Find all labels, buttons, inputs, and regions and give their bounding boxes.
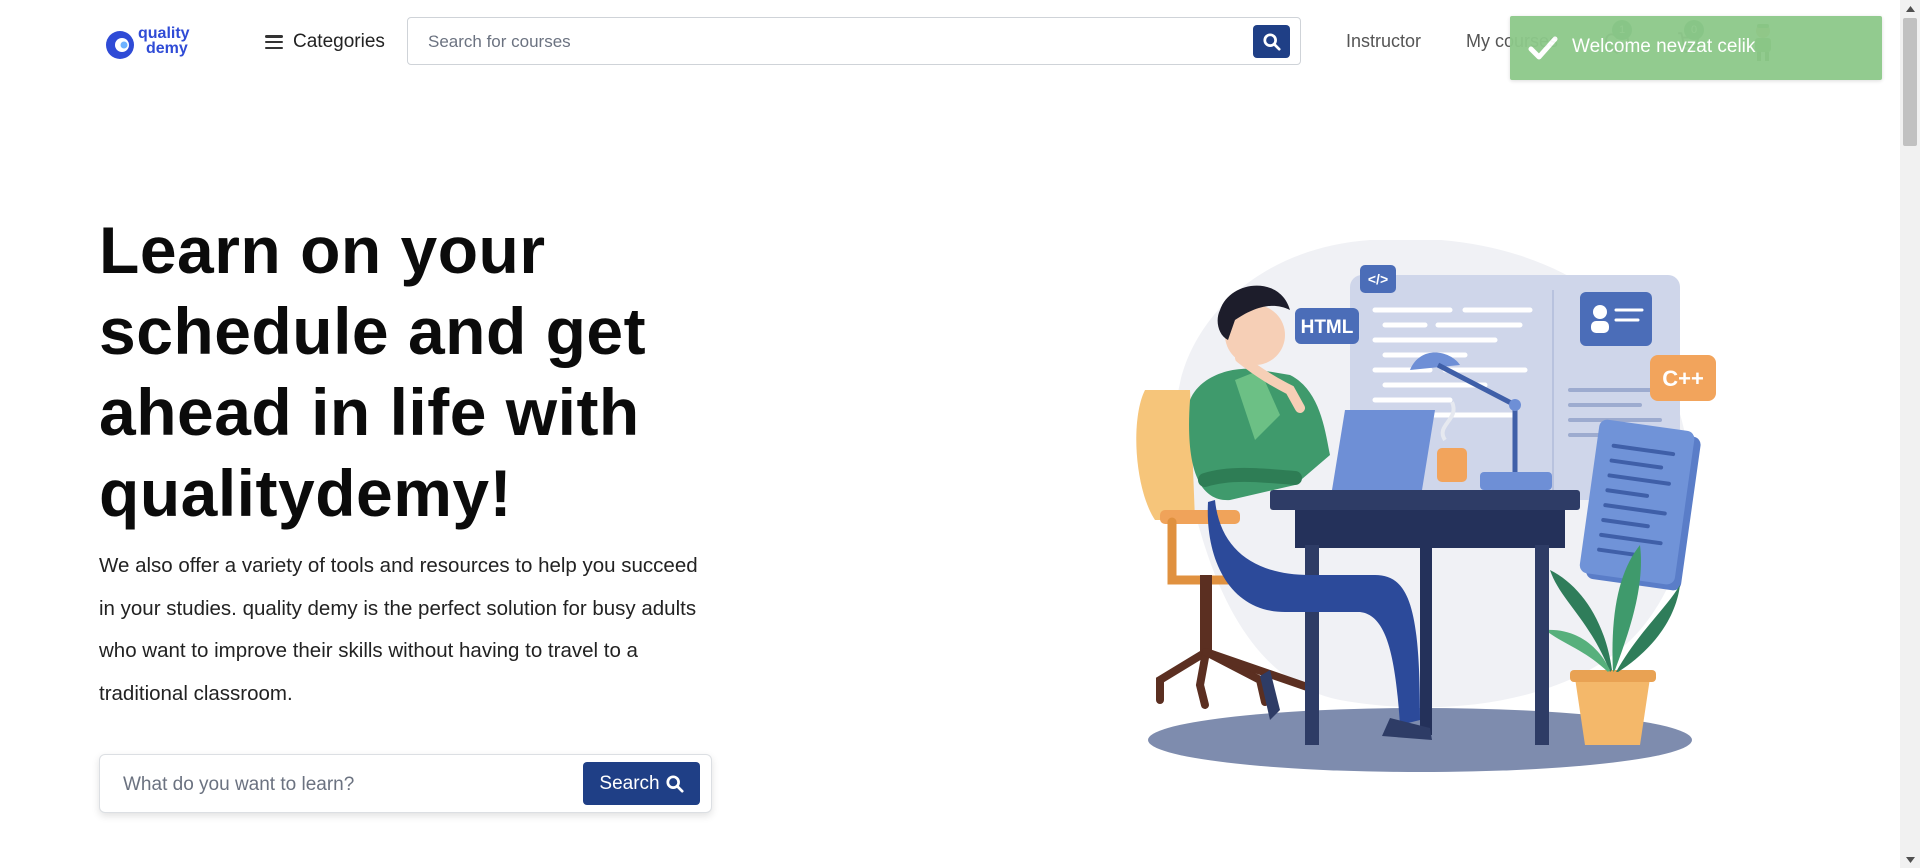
scroll-up-arrow-icon[interactable] bbox=[1900, 0, 1920, 17]
categories-label: Categories bbox=[293, 31, 385, 52]
header-search-box bbox=[407, 17, 1301, 66]
hero-search-box: Search bbox=[99, 754, 712, 814]
hero-title: Learn on your schedule and get ahead in … bbox=[99, 213, 647, 530]
site-logo[interactable]: quality demy bbox=[104, 24, 196, 66]
search-icon bbox=[1262, 32, 1281, 51]
header-search-button[interactable] bbox=[1253, 25, 1290, 58]
welcome-toast[interactable]: Welcome nevzat celik bbox=[1510, 16, 1882, 80]
hero-search-button-label: Search bbox=[599, 772, 660, 794]
code-tag-label: </> bbox=[1368, 271, 1388, 287]
hero-search-input[interactable] bbox=[121, 755, 565, 814]
search-icon bbox=[666, 774, 684, 793]
scrollbar-thumb[interactable] bbox=[1903, 18, 1917, 146]
html-tag-label: HTML bbox=[1301, 317, 1354, 338]
hero-search-button[interactable]: Search bbox=[583, 762, 700, 805]
toast-message: Welcome nevzat celik bbox=[1572, 36, 1756, 57]
cpp-tag-label: C++ bbox=[1662, 366, 1704, 391]
header-search-input[interactable] bbox=[426, 18, 1230, 66]
logo-line-2: demy bbox=[146, 40, 188, 57]
hamburger-icon bbox=[265, 35, 283, 49]
page-scrollbar[interactable] bbox=[1900, 0, 1920, 868]
hero-description: We also offer a variety of tools and res… bbox=[99, 554, 698, 705]
scroll-down-arrow-icon[interactable] bbox=[1900, 851, 1920, 868]
nav-instructor-link[interactable]: Instructor bbox=[1346, 31, 1421, 52]
check-icon bbox=[1528, 36, 1558, 60]
logo-line-1: quality bbox=[138, 25, 190, 42]
hero-illustration: </> HTML C++ bbox=[1136, 240, 1716, 772]
logo-mark-icon bbox=[106, 31, 134, 59]
logo-text: quality demy bbox=[138, 25, 190, 57]
categories-menu[interactable]: Categories bbox=[265, 27, 385, 57]
